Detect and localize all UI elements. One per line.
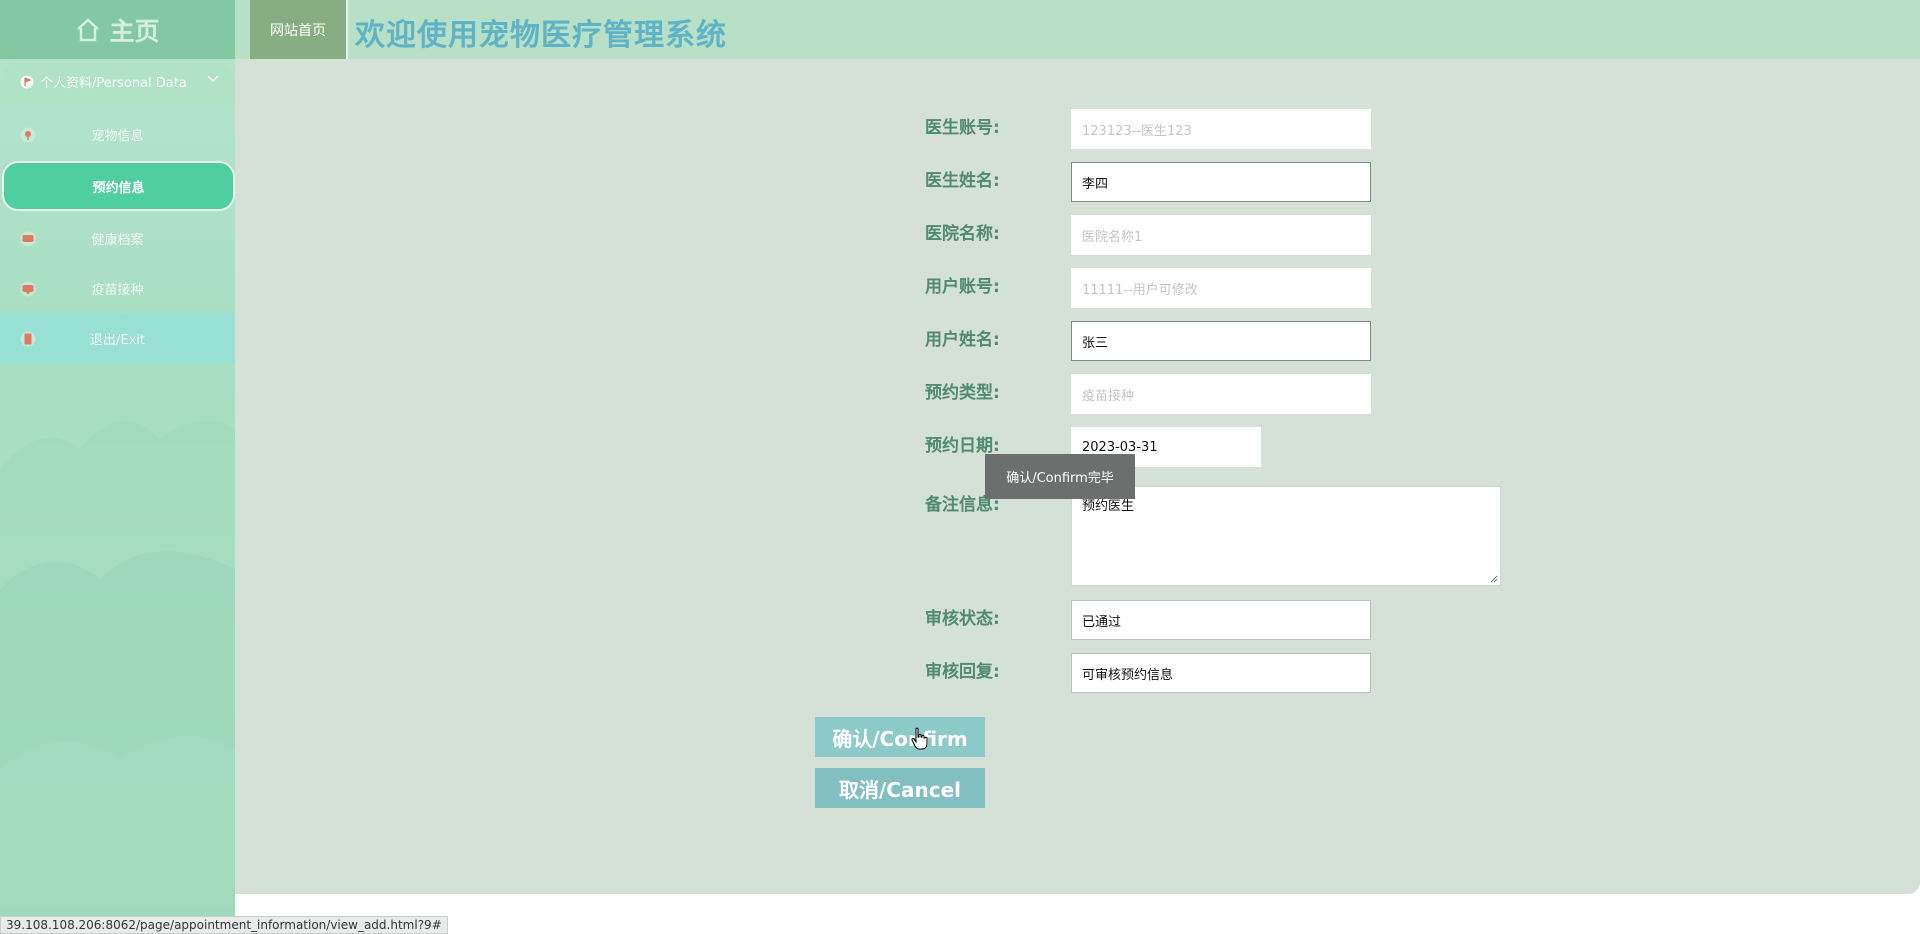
user-name-value: 张三 xyxy=(1082,335,1109,351)
hospital-name-input[interactable]: 医院名称1 xyxy=(1071,215,1371,255)
mountain-background xyxy=(0,421,235,921)
remarks-value: 预约医生 xyxy=(1082,499,1135,514)
home-link[interactable]: 主页 xyxy=(0,0,235,59)
form-panel: 医生账号: 123123--医生123 医生姓名: 李四 医院名称: 医院名称1… xyxy=(235,59,1920,894)
status-bar-url: 39.108.108.206:8062/page/appointment_inf… xyxy=(0,916,448,934)
flag-icon xyxy=(20,75,34,88)
personal-data-label: 个人资料/Personal Data xyxy=(40,76,187,91)
sidebar-item-appointment-info[interactable]: 预约信息 xyxy=(2,161,235,211)
sidebar-item-exit[interactable]: 退出/Exit xyxy=(0,313,235,363)
review-status-input[interactable]: 已通过 xyxy=(1071,600,1371,640)
review-status-value: 已通过 xyxy=(1082,614,1122,630)
doctor-account-placeholder: 123123--医生123 xyxy=(1082,123,1192,139)
chat-icon xyxy=(20,231,36,247)
home-label: 主页 xyxy=(109,16,160,46)
sidebar-item-label: 预约信息 xyxy=(92,180,145,196)
user-account-placeholder: 11111--用户可修改 xyxy=(1082,282,1198,298)
confirm-button[interactable]: 确认/Confirm xyxy=(815,717,985,757)
doctor-name-label: 医生姓名: xyxy=(925,171,1000,191)
sidebar-item-label: 宠物信息 xyxy=(91,128,144,144)
doctor-account-label: 医生账号: xyxy=(925,118,1000,138)
sidebar-item-label: 退出/Exit xyxy=(90,332,145,348)
page-title: 欢迎使用宠物医疗管理系统 xyxy=(355,18,727,53)
sidebar-item-vaccination[interactable]: 疫苗接种 xyxy=(0,263,235,313)
review-reply-label: 审核回复: xyxy=(925,662,1000,682)
doctor-name-input[interactable]: 李四 xyxy=(1071,162,1371,202)
cancel-button[interactable]: 取消/Cancel xyxy=(815,768,985,808)
appointment-type-placeholder: 疫苗接种 xyxy=(1082,388,1135,404)
confirm-tooltip: 确认/Confirm完毕 xyxy=(985,454,1135,499)
user-name-label: 用户姓名: xyxy=(925,330,1000,350)
hospital-name-label: 医院名称: xyxy=(925,224,1000,244)
home-icon xyxy=(77,17,100,41)
hand-cursor-icon xyxy=(911,727,928,750)
personal-data-menu[interactable]: 个人资料/Personal Data xyxy=(0,59,235,104)
hospital-name-placeholder: 医院名称1 xyxy=(1082,229,1143,245)
top-bar: 主页 网站首页 欢迎使用宠物医疗管理系统 xyxy=(0,0,1920,59)
review-status-label: 审核状态: xyxy=(925,609,1000,629)
sidebar-item-health-records[interactable]: 健康档案 xyxy=(0,213,235,263)
sidebar-item-label: 健康档案 xyxy=(91,232,144,248)
chat-icon xyxy=(20,281,36,297)
door-icon xyxy=(20,331,36,347)
resize-grip-icon[interactable] xyxy=(1489,574,1498,583)
pin-icon xyxy=(20,127,36,143)
sidebar: 个人资料/Personal Data 宠物信息 预约信息 健康档案 疫苗接种 退… xyxy=(0,59,235,921)
site-home-button[interactable]: 网站首页 xyxy=(250,0,346,59)
doctor-account-input[interactable]: 123123--医生123 xyxy=(1071,109,1371,149)
appointment-type-label: 预约类型: xyxy=(925,383,1000,403)
divider xyxy=(346,0,348,59)
user-account-label: 用户账号: xyxy=(925,277,1000,297)
doctor-name-value: 李四 xyxy=(1082,176,1109,192)
review-reply-input[interactable]: 可审核预约信息 xyxy=(1071,653,1371,693)
appointment-date-value: 2023-03-31 xyxy=(1082,439,1158,455)
remarks-textarea[interactable]: 预约医生 xyxy=(1071,486,1501,586)
user-account-input[interactable]: 11111--用户可修改 xyxy=(1071,268,1371,308)
sidebar-item-pet-info[interactable]: 宠物信息 xyxy=(0,109,235,159)
sidebar-item-label: 疫苗接种 xyxy=(91,282,144,298)
review-reply-value: 可审核预约信息 xyxy=(1082,667,1174,683)
user-name-input[interactable]: 张三 xyxy=(1071,321,1371,361)
chevron-down-icon xyxy=(207,75,219,83)
appointment-type-input[interactable]: 疫苗接种 xyxy=(1071,374,1371,414)
